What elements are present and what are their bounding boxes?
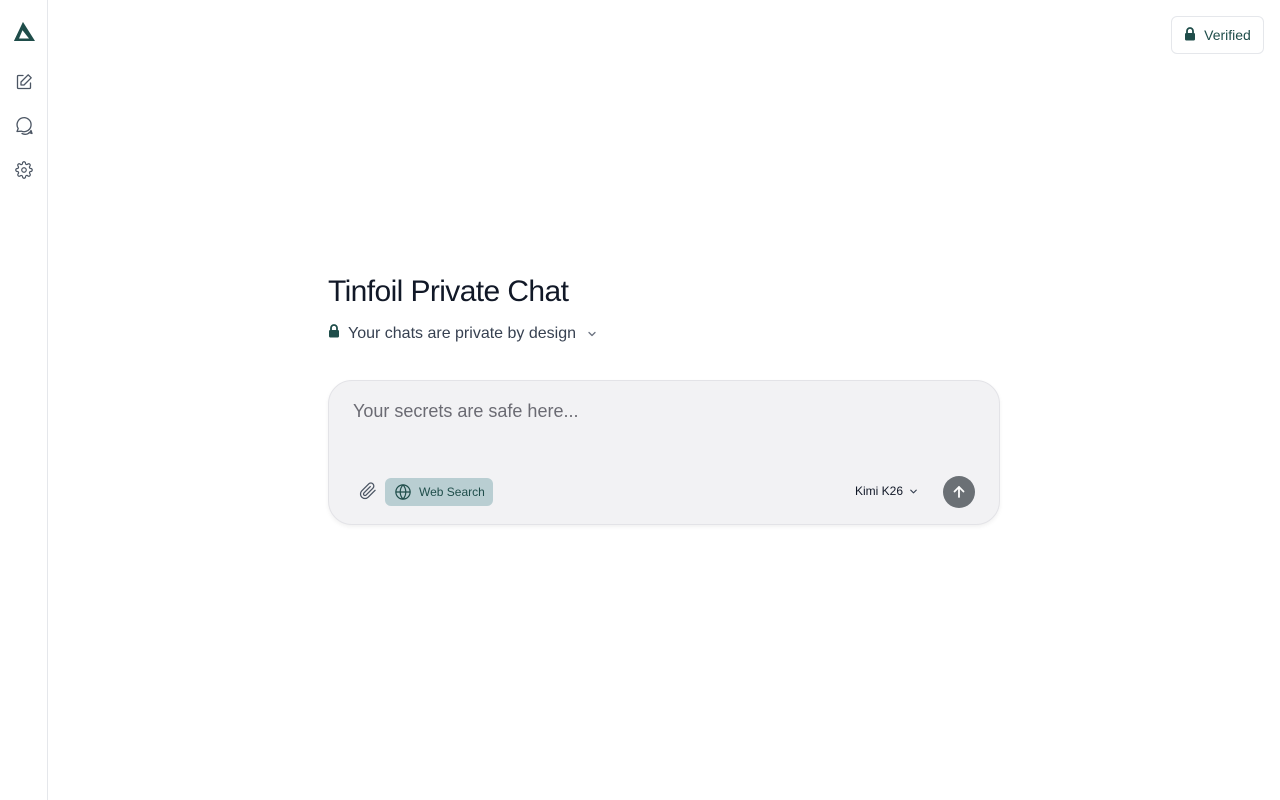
sidebar xyxy=(0,0,48,800)
chat-bubbles-icon xyxy=(14,116,34,141)
send-button[interactable] xyxy=(943,476,975,508)
model-label: Kimi K26 xyxy=(855,484,904,498)
privacy-disclosure[interactable]: Your chats are private by design xyxy=(328,324,598,343)
lock-icon xyxy=(1184,26,1196,44)
web-search-toggle[interactable]: Web Search xyxy=(385,478,493,506)
lock-icon xyxy=(328,324,340,343)
verified-badge[interactable]: Verified xyxy=(1171,16,1264,54)
chats-button[interactable] xyxy=(8,112,40,144)
app-root: Verified Tinfoil Private Chat Your chats… xyxy=(0,0,1280,800)
privacy-text: Your chats are private by design xyxy=(348,324,576,342)
settings-button[interactable] xyxy=(8,156,40,188)
new-chat-button[interactable] xyxy=(8,68,40,100)
globe-icon xyxy=(394,483,412,501)
attach-file-button[interactable] xyxy=(357,481,379,505)
chevron-down-icon xyxy=(908,486,919,497)
chat-composer: Web Search Kimi K26 xyxy=(328,380,1000,525)
model-selector[interactable]: Kimi K26 xyxy=(855,484,919,498)
web-search-label: Web Search xyxy=(419,485,485,499)
edit-square-icon xyxy=(15,73,33,96)
message-input[interactable] xyxy=(353,401,973,441)
arrow-up-icon xyxy=(951,484,967,500)
paperclip-icon xyxy=(359,481,377,505)
tinfoil-logo-icon[interactable] xyxy=(8,16,40,48)
verified-label: Verified xyxy=(1204,27,1251,43)
gear-icon xyxy=(15,160,33,184)
chevron-down-icon xyxy=(586,328,598,340)
page-title: Tinfoil Private Chat xyxy=(328,275,569,308)
